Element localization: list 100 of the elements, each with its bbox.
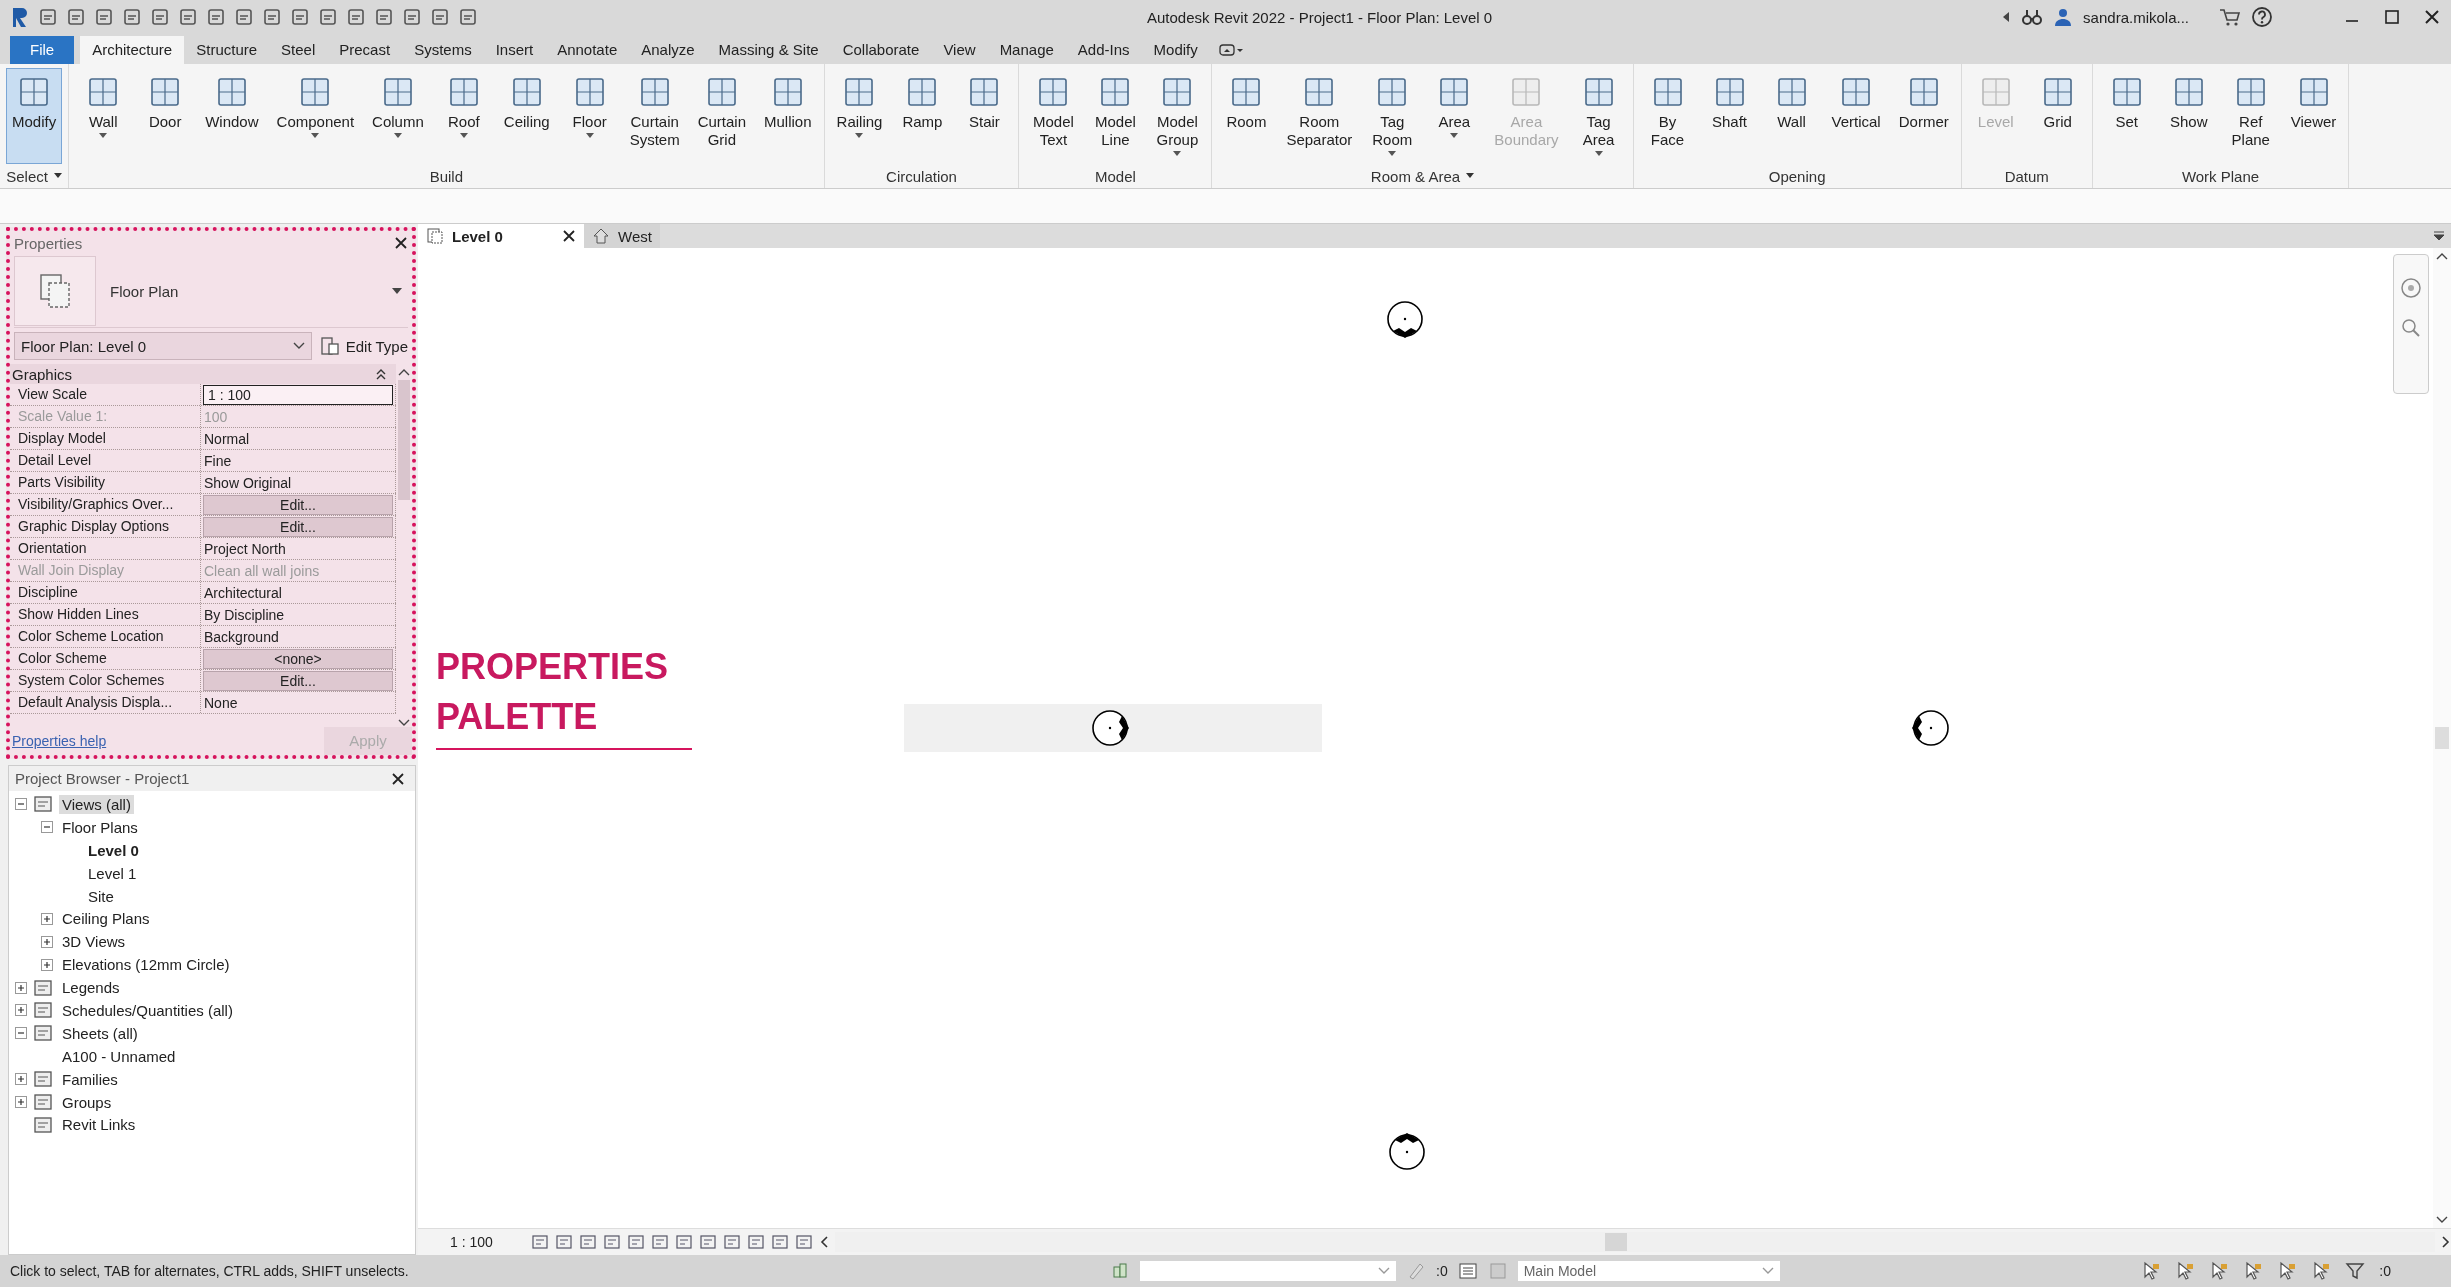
- tree-item[interactable]: Groups: [59, 1092, 115, 1112]
- ribbon-tool-button[interactable]: Viewer: [2284, 68, 2343, 164]
- ribbon-tool-button[interactable]: Ref Plane: [2222, 68, 2279, 164]
- property-value-field[interactable]: 1 : 100: [203, 384, 393, 405]
- property-value[interactable]: Show Original: [203, 474, 292, 491]
- user-icon[interactable]: [2053, 7, 2074, 27]
- close-icon[interactable]: [394, 236, 408, 250]
- view-control-icon[interactable]: [746, 1233, 765, 1251]
- close-icon[interactable]: [391, 771, 405, 786]
- view-control-icon[interactable]: [602, 1233, 621, 1251]
- tree-item[interactable]: Level 0: [85, 840, 142, 860]
- tree-item[interactable]: Views (all): [59, 794, 134, 814]
- cursor-icon[interactable]: [2141, 1261, 2162, 1281]
- ribbon-tool-button[interactable]: By Face: [1639, 68, 1696, 164]
- binoculars-icon[interactable]: [2021, 7, 2044, 27]
- ribbon-panel-label[interactable]: Select: [0, 164, 69, 188]
- menu-caret-icon[interactable]: [2433, 231, 2445, 241]
- tree-item[interactable]: Ceiling Plans: [59, 909, 153, 929]
- ribbon-tool-button[interactable]: Ramp: [894, 68, 951, 164]
- expand-toggle-icon[interactable]: [15, 981, 27, 994]
- ribbon-tab[interactable]: Steel: [269, 36, 328, 64]
- property-edit-button[interactable]: Edit...: [203, 494, 393, 515]
- cursor-icon[interactable]: [2175, 1261, 2196, 1281]
- cursor-icon[interactable]: [2277, 1261, 2298, 1281]
- ribbon-tool-button[interactable]: Column: [366, 68, 430, 164]
- view-control-icon[interactable]: [770, 1233, 789, 1251]
- properties-help-link[interactable]: Properties help: [12, 733, 107, 749]
- close-icon[interactable]: [2423, 8, 2441, 26]
- view-control-icon[interactable]: [650, 1233, 669, 1251]
- chevron-right-icon[interactable]: [2441, 1236, 2451, 1248]
- ribbon-tab[interactable]: View: [931, 36, 988, 64]
- ribbon-tool-button[interactable]: Railing: [830, 68, 889, 164]
- property-edit-button[interactable]: Edit...: [203, 516, 393, 537]
- instance-dropdown[interactable]: Floor Plan: Level 0: [14, 332, 312, 360]
- ribbon-tool-button[interactable]: Dormer: [1892, 68, 1955, 164]
- view-control-icon[interactable]: [578, 1233, 597, 1251]
- ribbon-tool-button[interactable]: Component: [270, 68, 361, 164]
- property-value[interactable]: Project North: [203, 540, 286, 557]
- view-control-icon[interactable]: [674, 1233, 693, 1251]
- ribbon-tool-button[interactable]: Mullion: [758, 68, 818, 164]
- tree-item[interactable]: Revit Links: [59, 1115, 139, 1135]
- collapse-toggle-icon[interactable]: [15, 798, 27, 811]
- document-tab[interactable]: Level 0: [418, 224, 584, 248]
- type-selector[interactable]: Floor Plan: [14, 255, 408, 328]
- cursor-icon[interactable]: [2311, 1261, 2332, 1281]
- scroll-down-icon[interactable]: [398, 719, 410, 727]
- model-dropdown[interactable]: Main Model: [1517, 1261, 1780, 1281]
- tree-item[interactable]: Sheets (all): [59, 1023, 141, 1043]
- ribbon-tab[interactable]: Systems: [402, 36, 484, 64]
- scrollbar-thumb[interactable]: [398, 380, 410, 500]
- tree-item[interactable]: Schedules/Quantities (all): [59, 1000, 236, 1020]
- ribbon-tool-button[interactable]: Tag Room: [1364, 68, 1421, 164]
- ribbon-tool-button[interactable]: Area: [1426, 68, 1483, 164]
- ribbon-tool-button[interactable]: Tag Area: [1570, 68, 1627, 164]
- ribbon-panel-label[interactable]: Room & Area: [1212, 164, 1633, 188]
- expand-toggle-icon[interactable]: [41, 912, 53, 925]
- tree-item[interactable]: Families: [59, 1069, 121, 1089]
- expand-toggle-icon[interactable]: [41, 935, 53, 948]
- ribbon-tab[interactable]: Massing & Site: [706, 36, 831, 64]
- cursor-icon[interactable]: [2209, 1261, 2230, 1281]
- expand-toggle-icon[interactable]: [15, 1004, 27, 1017]
- document-tab[interactable]: West: [584, 224, 660, 248]
- cursor-icon[interactable]: [2243, 1261, 2264, 1281]
- ribbon-tool-button[interactable]: Model Line: [1087, 68, 1144, 164]
- ribbon-tool-button[interactable]: Door: [137, 68, 194, 164]
- view-control-icon[interactable]: [722, 1233, 741, 1251]
- scrollbar-thumb[interactable]: [1604, 1233, 1627, 1251]
- scroll-up-icon[interactable]: [398, 368, 410, 376]
- user-name[interactable]: sandra.mikola...: [2083, 8, 2189, 26]
- tree-item[interactable]: A100 - Unnamed: [59, 1046, 179, 1066]
- ribbon-tab[interactable]: Annotate: [545, 36, 630, 64]
- tree-item[interactable]: Floor Plans: [59, 817, 141, 837]
- panel-toggle-icon[interactable]: [1217, 42, 1244, 58]
- scrollbar-thumb[interactable]: [2435, 727, 2449, 749]
- collapse-toggle-icon[interactable]: [15, 1027, 27, 1040]
- ribbon-tab[interactable]: Insert: [483, 36, 546, 64]
- ribbon-tool-button[interactable]: Model Text: [1025, 68, 1082, 164]
- ribbon-tab[interactable]: Structure: [184, 36, 270, 64]
- expand-toggle-icon[interactable]: [15, 1073, 27, 1086]
- collapse-toggle-icon[interactable]: [41, 821, 53, 834]
- ribbon-tool-button[interactable]: Wall: [75, 68, 132, 164]
- view-scale[interactable]: 1 : 100: [450, 1234, 493, 1250]
- ribbon-tab[interactable]: Collaborate: [830, 36, 932, 64]
- scroll-down-icon[interactable]: [2436, 1216, 2448, 1224]
- chevron-left-icon[interactable]: [818, 1236, 829, 1248]
- ribbon-tool-button[interactable]: Curtain System: [623, 68, 686, 164]
- view-control-icon[interactable]: [554, 1233, 573, 1251]
- ribbon-tab[interactable]: Analyze: [629, 36, 707, 64]
- ribbon-tab[interactable]: Architecture: [80, 36, 185, 64]
- ribbon-tool-button[interactable]: Wall: [1763, 68, 1820, 164]
- tree-item[interactable]: 3D Views: [59, 932, 129, 952]
- ribbon-tool-button[interactable]: Stair: [956, 68, 1013, 164]
- ribbon-tool-button[interactable]: Room Separator: [1280, 68, 1359, 164]
- ribbon-tool-button[interactable]: Set: [2098, 68, 2155, 164]
- zoom-wheel-icon[interactable]: [2398, 275, 2424, 301]
- view-control-icon[interactable]: [794, 1233, 813, 1251]
- ribbon-tool-button[interactable]: Grid: [2029, 68, 2086, 164]
- ribbon-tool-button[interactable]: Room: [1218, 68, 1275, 164]
- property-value[interactable]: Normal: [203, 430, 250, 447]
- view-control-icon[interactable]: [698, 1233, 717, 1251]
